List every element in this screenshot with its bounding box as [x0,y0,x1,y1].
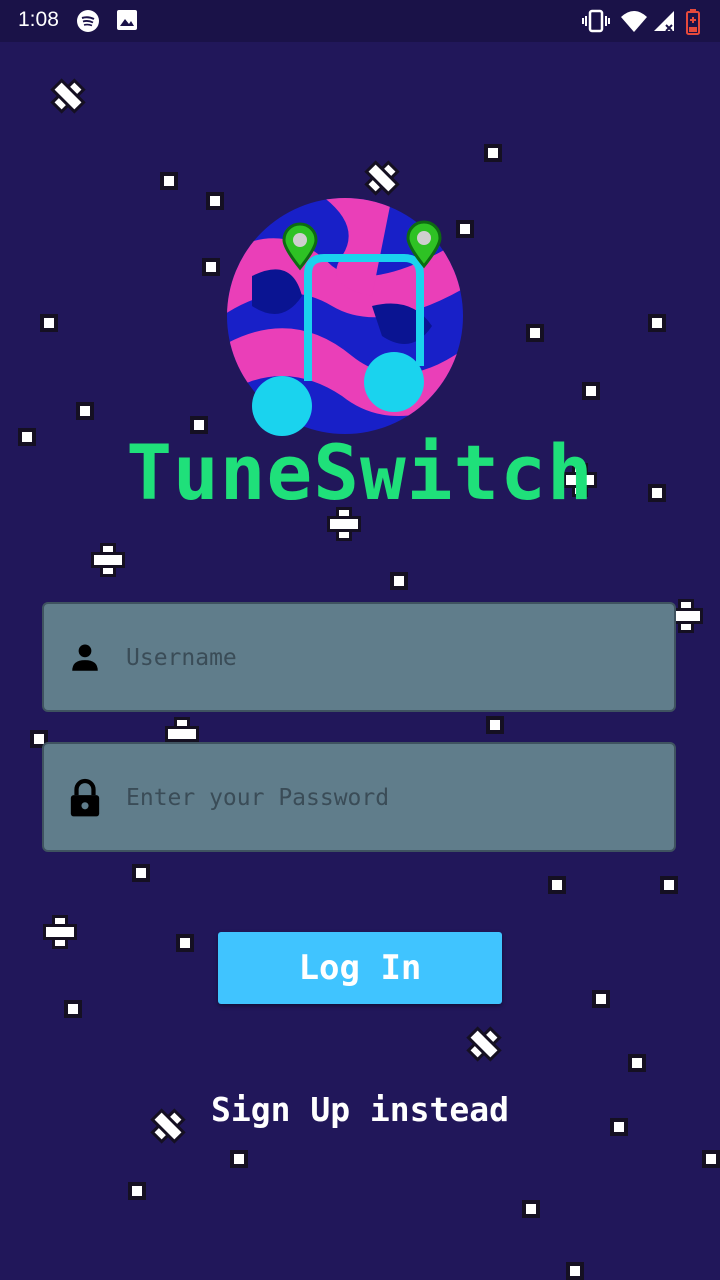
vibrate-icon [582,9,610,33]
planet-logo-icon [227,198,463,436]
battery-icon [686,9,700,35]
status-time: 1:08 [18,8,59,31]
star-icon [136,868,146,878]
cell-signal-icon [654,11,674,32]
star-icon [530,328,540,338]
signup-link[interactable]: Sign Up instead [0,1090,720,1129]
star-icon [80,406,90,416]
star-icon [210,196,220,206]
password-field[interactable] [42,742,676,852]
star-icon [164,176,174,186]
star-icon [526,1204,536,1214]
app-title: TuneSwitch [126,428,594,517]
login-button[interactable]: Log In [218,932,502,1004]
star-icon [632,1058,642,1068]
star-icon [43,71,94,122]
lock-icon [70,778,100,817]
star-icon [570,1266,580,1276]
star-icon [490,720,500,730]
image-icon [117,10,137,30]
wifi-icon [621,11,647,32]
star-icon [488,148,498,158]
star-icon [180,938,190,948]
username-field[interactable] [42,602,676,712]
star-icon [664,880,674,890]
password-input[interactable] [124,774,648,822]
star-icon [706,1154,716,1164]
star-icon [459,1019,510,1070]
star-icon [596,994,606,1004]
star-icon [234,1154,244,1164]
star-icon [394,576,404,586]
star-icon [206,262,216,272]
username-input[interactable] [124,634,648,682]
star-icon [68,1004,78,1014]
spotify-icon [77,10,99,32]
status-bar: 1:08 [0,0,720,42]
star-icon [586,386,596,396]
star-icon [34,734,44,744]
person-icon [72,644,98,671]
star-icon [552,880,562,890]
star-icon [42,914,78,950]
star-icon [90,542,126,578]
star-icon [44,318,54,328]
star-icon [132,1186,142,1196]
star-icon [652,318,662,328]
